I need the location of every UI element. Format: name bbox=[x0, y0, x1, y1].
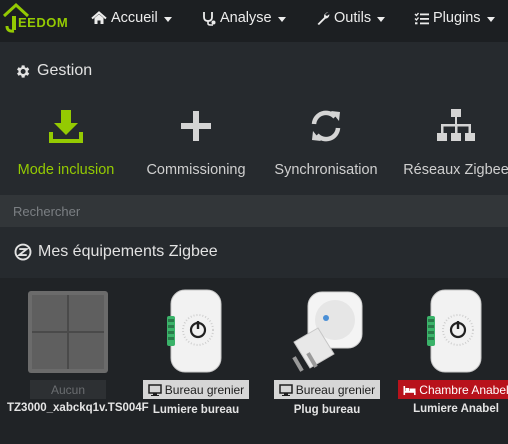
device-name: Plug bureau bbox=[293, 403, 361, 416]
synchronisation-label: Synchronisation bbox=[274, 162, 378, 178]
chevron-down-icon bbox=[377, 16, 386, 22]
nav-plugins[interactable]: Plugins bbox=[414, 0, 495, 36]
mode-inclusion-label: Mode inclusion bbox=[17, 162, 115, 178]
chevron-down-icon bbox=[163, 16, 172, 22]
search-input[interactable] bbox=[0, 195, 508, 227]
chevron-down-icon bbox=[486, 16, 495, 22]
zigbee-icon bbox=[14, 243, 32, 261]
reseaux-zigbee-button[interactable]: Réseaux Zigbee bbox=[402, 96, 508, 186]
device-card[interactable]: Bureau grenier Plug bureau bbox=[262, 278, 392, 416]
sync-icon bbox=[311, 110, 341, 142]
nav-outils-label: Outils bbox=[334, 10, 372, 26]
room-badge-label: Bureau grenier bbox=[295, 382, 376, 397]
nav-outils[interactable]: Outils bbox=[316, 0, 386, 36]
stethoscope-icon bbox=[203, 11, 216, 26]
relay-module-image bbox=[427, 289, 482, 373]
reseaux-zigbee-label: Réseaux Zigbee bbox=[403, 162, 508, 178]
device-card[interactable]: Chambre Anabel Lumiere Anabel bbox=[391, 278, 508, 415]
home-icon bbox=[91, 11, 107, 24]
nav-analyse-label: Analyse bbox=[220, 10, 272, 26]
cog-icon bbox=[17, 64, 30, 78]
nav-accueil-label: Accueil bbox=[111, 10, 158, 26]
room-badge: Bureau grenier bbox=[142, 380, 250, 399]
room-badge: Bureau grenier bbox=[273, 380, 381, 399]
room-badge: Chambre Anabel bbox=[398, 380, 508, 399]
relay-module-image bbox=[167, 289, 222, 373]
logo-text: EEDOM bbox=[18, 15, 69, 30]
download-icon bbox=[49, 110, 83, 143]
device-card[interactable]: Aucun TZ3000_xabckq1v.TS004F bbox=[3, 278, 149, 414]
synchronisation-button[interactable]: Synchronisation bbox=[270, 96, 382, 186]
top-navbar: EEDOM Accueil Analyse Outils Plugins bbox=[0, 0, 508, 42]
wrench-icon bbox=[317, 12, 330, 25]
jeedom-logo[interactable]: EEDOM bbox=[0, 0, 78, 42]
devices-section-title: Mes équipements Zigbee bbox=[14, 243, 218, 261]
nav-accueil[interactable]: Accueil bbox=[91, 0, 172, 36]
devices-section-title-label: Mes équipements Zigbee bbox=[38, 243, 218, 260]
device-name: Lumiere Anabel bbox=[413, 402, 499, 415]
plus-icon bbox=[181, 111, 211, 141]
chevron-down-icon bbox=[277, 16, 286, 22]
commissioning-button[interactable]: Commissioning bbox=[141, 96, 251, 186]
commissioning-label: Commissioning bbox=[146, 162, 246, 178]
device-name: TZ3000_xabckq1v.TS004F bbox=[7, 402, 149, 414]
gestion-title-label: Gestion bbox=[37, 62, 93, 79]
smart-plug-image bbox=[292, 291, 363, 372]
room-badge-label: Aucun bbox=[50, 382, 86, 397]
room-badge-label: Chambre Anabel bbox=[419, 382, 508, 397]
tasks-icon bbox=[414, 12, 429, 24]
desktop-icon bbox=[279, 383, 293, 396]
desktop-icon bbox=[148, 383, 162, 396]
room-badge: Aucun bbox=[30, 380, 106, 399]
bed-icon bbox=[403, 385, 416, 395]
nav-plugins-label: Plugins bbox=[433, 10, 481, 26]
mode-inclusion-button[interactable]: Mode inclusion bbox=[12, 96, 120, 186]
wall-switch-image bbox=[28, 291, 108, 373]
nav-analyse[interactable]: Analyse bbox=[202, 0, 286, 36]
gestion-title: Gestion bbox=[14, 62, 92, 80]
network-icon bbox=[437, 109, 475, 141]
device-card[interactable]: Bureau grenier Lumiere bureau bbox=[131, 278, 261, 416]
room-badge-label: Bureau grenier bbox=[164, 382, 245, 397]
device-name: Lumiere bureau bbox=[152, 403, 240, 416]
